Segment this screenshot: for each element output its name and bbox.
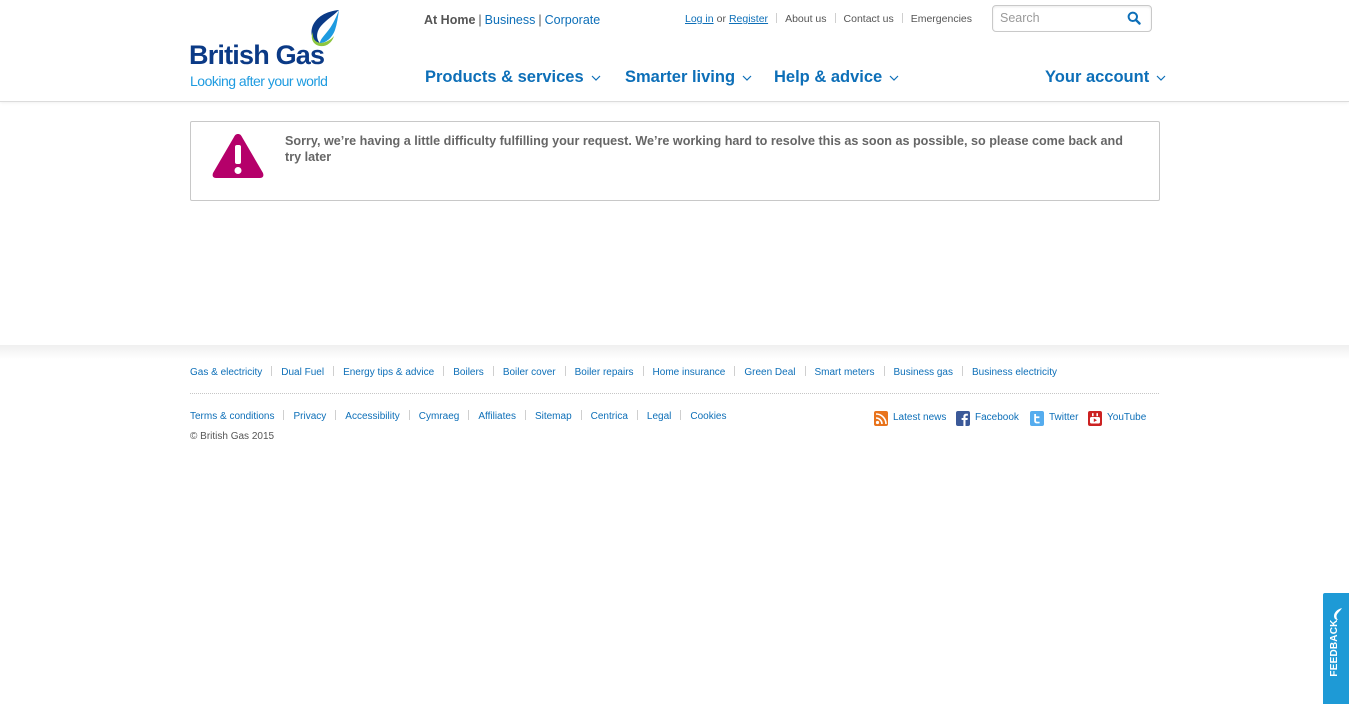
footer-link-sitemap[interactable]: Sitemap [535, 411, 572, 422]
warning-icon [212, 134, 264, 178]
footer-legal-links: Terms & conditions Privacy Accessibility Cy… [190, 410, 727, 422]
login-link[interactable]: Log in [685, 13, 714, 25]
footer-link-green-deal[interactable]: Green Deal [744, 367, 795, 378]
youtube-icon [1088, 411, 1102, 426]
footer-shadow [0, 345, 1349, 359]
footer-link-legal[interactable]: Legal [647, 411, 671, 422]
nav-label: Smarter living [625, 68, 736, 86]
segment-switcher: At Home | Business | Corporate [424, 13, 600, 27]
divider [804, 366, 806, 376]
footer-link-gas-electricity[interactable]: Gas & electricity [190, 367, 262, 378]
divider [962, 366, 963, 376]
nav-label: Your account [1045, 68, 1150, 86]
or-text: or [716, 13, 726, 25]
footer-link-business-gas[interactable]: Business gas [894, 367, 953, 378]
feedback-tab[interactable]: FEEDBACK [1323, 593, 1349, 704]
chevron-down-icon [742, 75, 752, 81]
divider [901, 13, 903, 23]
divider [271, 366, 273, 376]
rss-icon [874, 411, 888, 426]
nav-label: Products & services [425, 68, 584, 86]
footer-product-links: Gas & electricity Dual Fuel Energy tips & … [190, 366, 1057, 378]
utility-nav: Log in or Register About us Contact us Emerge… [685, 13, 972, 25]
social-label: Facebook [975, 412, 1019, 423]
footer-link-cymraeg[interactable]: Cymraeg [419, 411, 460, 422]
segment-at-home: At Home [424, 13, 476, 27]
nav-help-advice[interactable]: Help & advice [774, 68, 899, 87]
divider [333, 366, 335, 376]
footer-divider [190, 393, 1159, 394]
nav-products-services[interactable]: Products & services [425, 68, 601, 87]
about-us-link[interactable]: About us [785, 13, 826, 25]
feedback-label: FEEDBACK [1329, 619, 1340, 677]
divider [642, 366, 644, 376]
footer-link-smart-meters[interactable]: Smart meters [815, 367, 875, 378]
divider [776, 13, 778, 23]
segment-business-link[interactable]: Business [485, 13, 536, 27]
footer-link-business-electricity[interactable]: Business electricity [972, 367, 1057, 378]
site-header: British Gas Looking after your world At … [0, 0, 1349, 102]
divider [636, 410, 638, 420]
divider [283, 410, 285, 420]
facebook-icon [956, 411, 970, 426]
chevron-down-icon [1156, 75, 1166, 81]
divider [834, 13, 836, 23]
divider [883, 366, 885, 376]
segment-separator: | [478, 13, 482, 27]
divider [492, 366, 494, 376]
divider [468, 410, 470, 420]
contact-us-link[interactable]: Contact us [844, 13, 894, 25]
divider [335, 410, 337, 420]
register-link[interactable]: Register [729, 13, 768, 25]
footer-link-energy-tips[interactable]: Energy tips & advice [343, 367, 434, 378]
chevron-down-icon [889, 75, 899, 81]
copyright: © British Gas 2015 [190, 431, 275, 442]
divider [734, 366, 736, 376]
social-label: Latest news [893, 412, 947, 423]
divider [408, 410, 410, 420]
footer-link-accessibility[interactable]: Accessibility [345, 411, 399, 422]
emergencies-link[interactable]: Emergencies [911, 13, 972, 25]
nav-smarter-living[interactable]: Smarter living [625, 68, 752, 87]
error-message-box: Sorry, we’re having a little difficulty … [190, 121, 1160, 201]
footer-link-boiler-cover[interactable]: Boiler cover [503, 367, 556, 378]
footer-link-boiler-repairs[interactable]: Boiler repairs [575, 367, 634, 378]
footer-link-privacy[interactable]: Privacy [293, 411, 326, 422]
footer-link-boilers[interactable]: Boilers [453, 367, 484, 378]
footer-link-cookies[interactable]: Cookies [690, 411, 726, 422]
segment-separator: | [538, 13, 542, 27]
footer-link-dual-fuel[interactable]: Dual Fuel [281, 367, 324, 378]
footer-link-centrica[interactable]: Centrica [591, 411, 628, 422]
social-label: YouTube [1107, 412, 1147, 423]
divider [680, 410, 682, 420]
footer-link-home-insurance[interactable]: Home insurance [653, 367, 726, 378]
divider [580, 410, 582, 420]
footer-link-affiliates[interactable]: Affiliates [478, 411, 516, 422]
error-message: Sorry, we’re having a little difficulty … [285, 134, 1123, 164]
divider [524, 410, 526, 420]
nav-label: Help & advice [774, 68, 883, 86]
twitter-icon [1030, 411, 1044, 426]
search-input[interactable] [1000, 10, 1118, 26]
divider [443, 366, 445, 376]
site-footer: Gas & electricity Dual Fuel Energy tips & … [0, 345, 1349, 704]
footer-link-terms[interactable]: Terms & conditions [190, 411, 274, 422]
chevron-down-icon [591, 75, 601, 81]
brand-name: British Gas [189, 40, 325, 70]
search-box [992, 5, 1152, 32]
divider [564, 366, 566, 376]
segment-corporate-link[interactable]: Corporate [545, 13, 601, 27]
main-nav: Products & services Smarter living Help … [0, 68, 1349, 92]
social-label: Twitter [1049, 412, 1079, 423]
nav-your-account[interactable]: Your account [1045, 68, 1166, 87]
search-icon[interactable] [1127, 11, 1141, 25]
